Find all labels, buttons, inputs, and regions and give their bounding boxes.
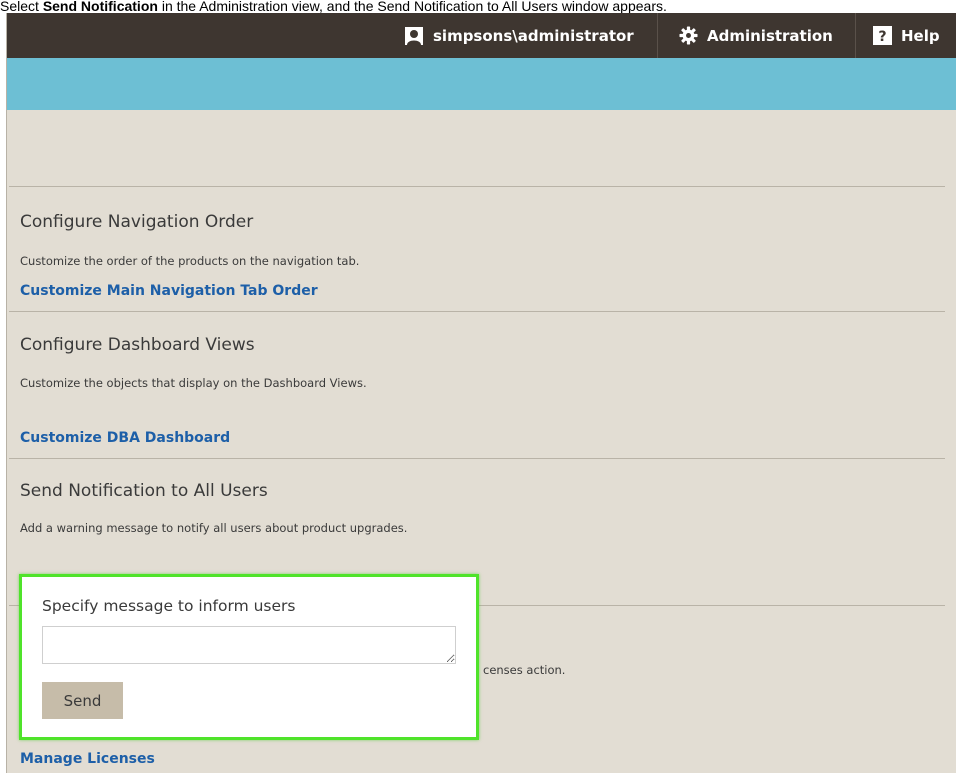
separator <box>855 13 856 58</box>
message-input[interactable] <box>42 626 456 664</box>
help-label: Help <box>901 26 940 45</box>
dashboard-description: Customize the objects that display on th… <box>20 376 367 390</box>
notification-title: Send Notification to All Users <box>20 481 268 501</box>
send-notification-popup: Specify message to inform users Send <box>19 574 479 740</box>
separator <box>657 13 658 58</box>
accent-bar <box>7 58 956 110</box>
nav-order-title: Configure Navigation Order <box>20 212 254 232</box>
svg-text:?: ? <box>878 29 886 45</box>
divider <box>9 458 945 459</box>
licenses-description: censes action. <box>483 663 566 677</box>
manage-licenses-link[interactable]: Manage Licenses <box>20 751 155 767</box>
help-menu[interactable]: ? Help <box>873 13 940 58</box>
user-menu[interactable]: simpsons\administrator <box>404 13 634 58</box>
administration-label: Administration <box>707 26 833 45</box>
customize-nav-order-link[interactable]: Customize Main Navigation Tab Order <box>20 283 318 299</box>
administration-menu[interactable]: Administration <box>679 13 833 58</box>
customize-dba-dashboard-link[interactable]: Customize DBA Dashboard <box>20 430 230 446</box>
divider <box>9 311 945 312</box>
send-button[interactable]: Send <box>42 682 123 719</box>
user-label: simpsons\administrator <box>433 26 634 45</box>
caption-prefix: Select <box>0 0 43 14</box>
user-icon <box>405 26 423 45</box>
nav-order-description: Customize the order of the products on t… <box>20 254 360 268</box>
top-nav-bar: simpsons\administrator Administration ? <box>7 13 956 58</box>
dashboard-title: Configure Dashboard Views <box>20 335 255 355</box>
gear-icon <box>679 26 698 45</box>
notification-description: Add a warning message to notify all user… <box>20 521 408 535</box>
help-icon: ? <box>873 26 892 45</box>
caption-suffix: in the Administration view, and the Send… <box>157 0 667 14</box>
divider <box>9 186 945 187</box>
caption-bold: Send Notification <box>42 0 158 14</box>
message-label: Specify message to inform users <box>42 597 296 615</box>
